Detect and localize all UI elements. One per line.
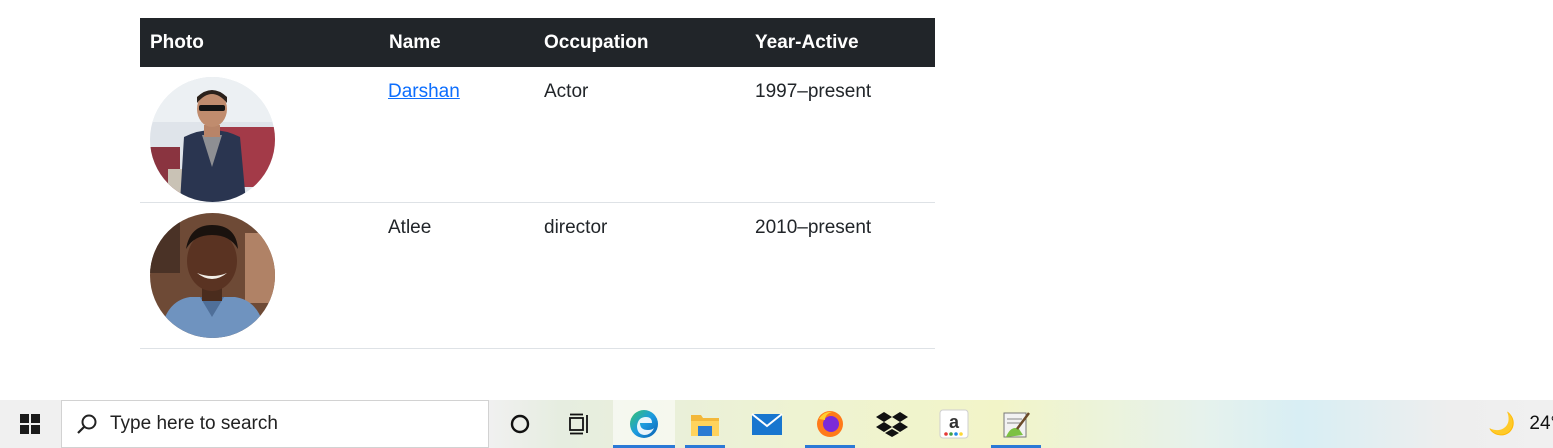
notepadpp-icon[interactable] — [991, 400, 1041, 448]
svg-text:a: a — [949, 412, 960, 432]
firefox-icon[interactable] — [805, 400, 855, 448]
people-table: Photo Name Occupation Year-Active Darsha… — [140, 18, 935, 349]
mail-icon[interactable] — [742, 400, 792, 448]
taskbar: Type here to search a 🌙 24 — [0, 400, 1553, 448]
weather-temp: 24° — [1529, 413, 1553, 434]
search-placeholder: Type here to search — [110, 413, 278, 434]
windows-logo-icon — [20, 414, 40, 434]
header-name: Name — [379, 18, 534, 67]
task-view-icon[interactable] — [555, 400, 605, 448]
dropbox-icon[interactable] — [867, 400, 917, 448]
year-active-cell: 1997–present — [745, 67, 935, 203]
occupation-cell: Actor — [534, 67, 745, 203]
file-explorer-icon[interactable] — [680, 400, 730, 448]
search-icon — [77, 414, 97, 434]
table-row: Atlee director 2010–present — [140, 202, 935, 349]
avatar-atlee — [150, 213, 275, 338]
header-photo: Photo — [140, 18, 379, 67]
cortana-icon[interactable] — [495, 400, 545, 448]
table-header-row: Photo Name Occupation Year-Active — [140, 18, 935, 67]
avatar-darshan — [150, 77, 275, 202]
table-row: Darshan Actor 1997–present — [140, 67, 935, 203]
name-link-darshan[interactable]: Darshan — [388, 81, 460, 102]
edge-icon[interactable] — [613, 400, 675, 448]
occupation-cell: director — [534, 202, 745, 349]
amazon-icon[interactable]: a — [929, 400, 979, 448]
weather-widget[interactable]: 🌙 24° — [1488, 400, 1553, 448]
start-button[interactable] — [0, 400, 60, 448]
year-active-cell: 2010–present — [745, 202, 935, 349]
header-year-active: Year-Active — [745, 18, 935, 67]
name-cell: Atlee — [379, 202, 534, 349]
taskbar-search-box[interactable]: Type here to search — [61, 400, 489, 448]
moon-icon: 🌙 — [1488, 411, 1516, 436]
header-occupation: Occupation — [534, 18, 745, 67]
